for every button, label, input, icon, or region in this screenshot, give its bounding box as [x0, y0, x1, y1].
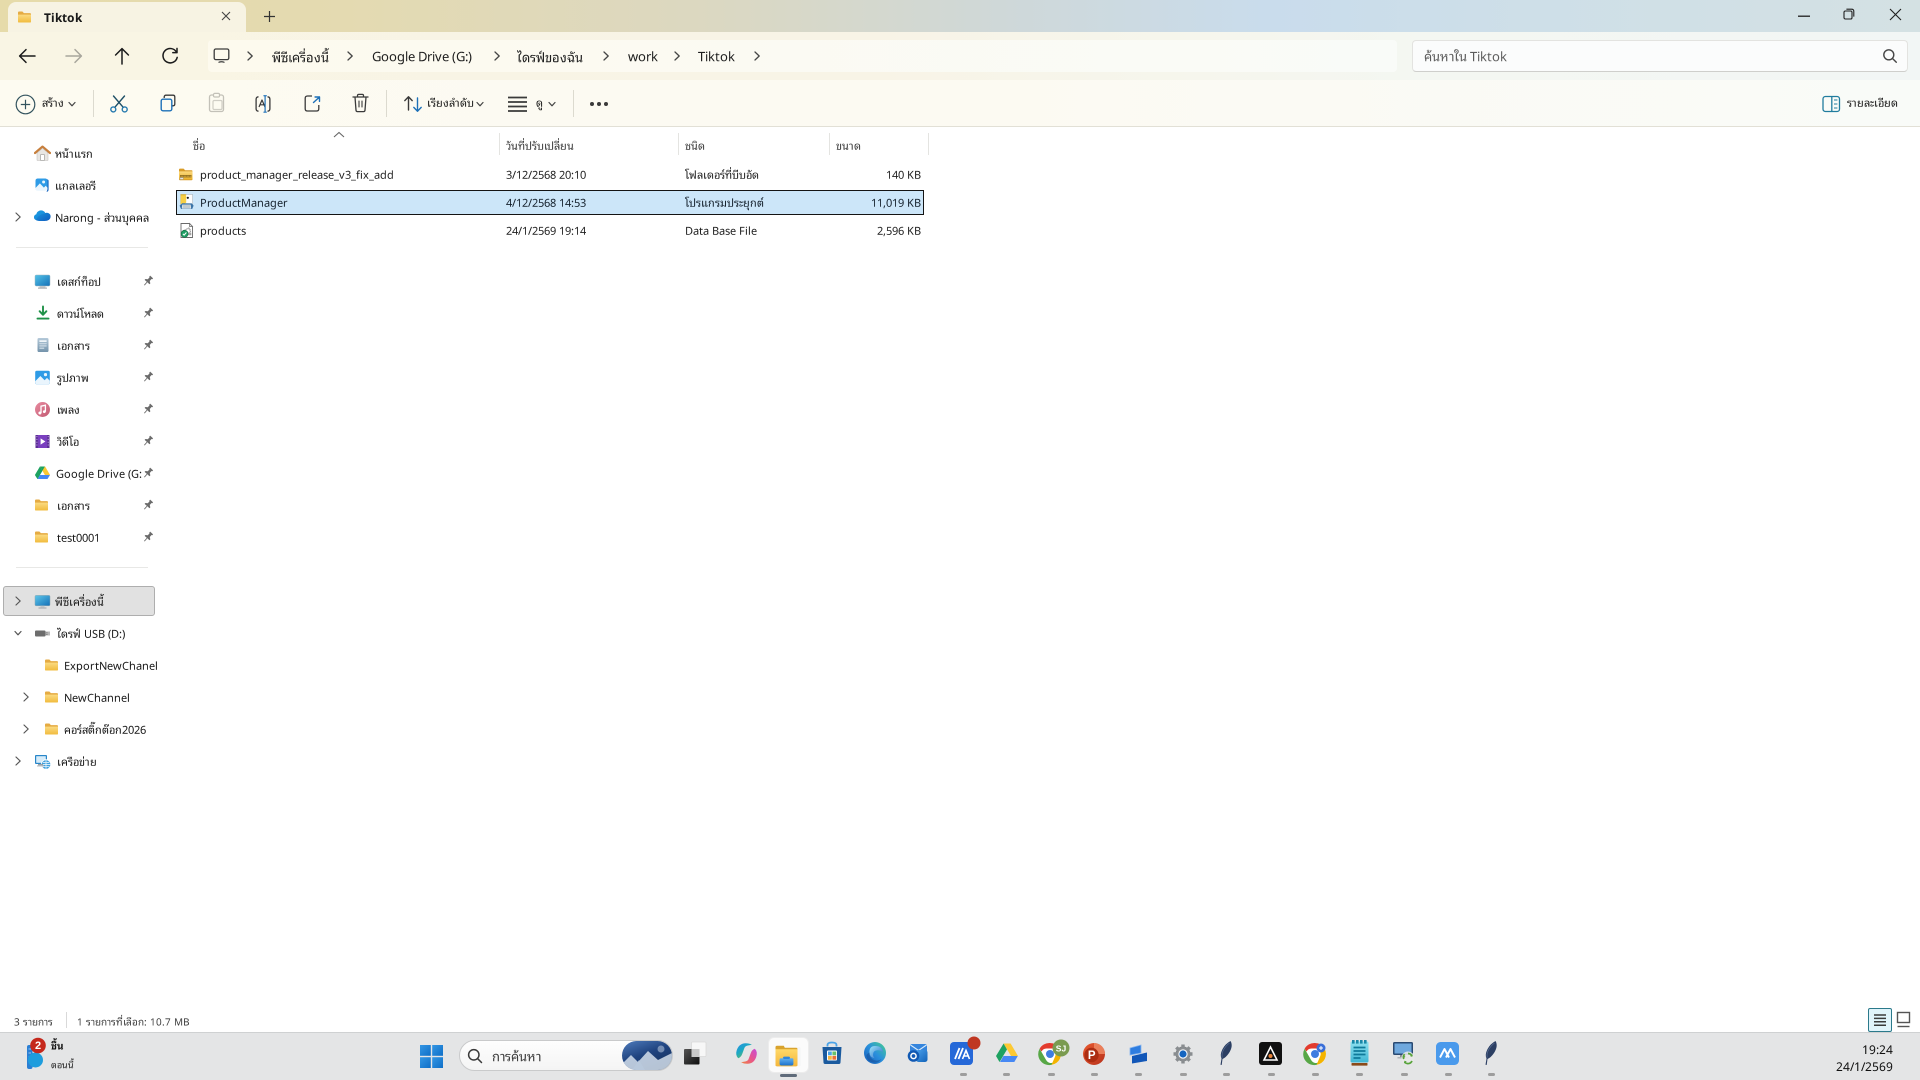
svg-text:SJ: SJ: [1056, 1044, 1067, 1054]
svg-text:P: P: [1088, 1050, 1096, 1062]
svg-text:2: 2: [35, 1040, 41, 1052]
